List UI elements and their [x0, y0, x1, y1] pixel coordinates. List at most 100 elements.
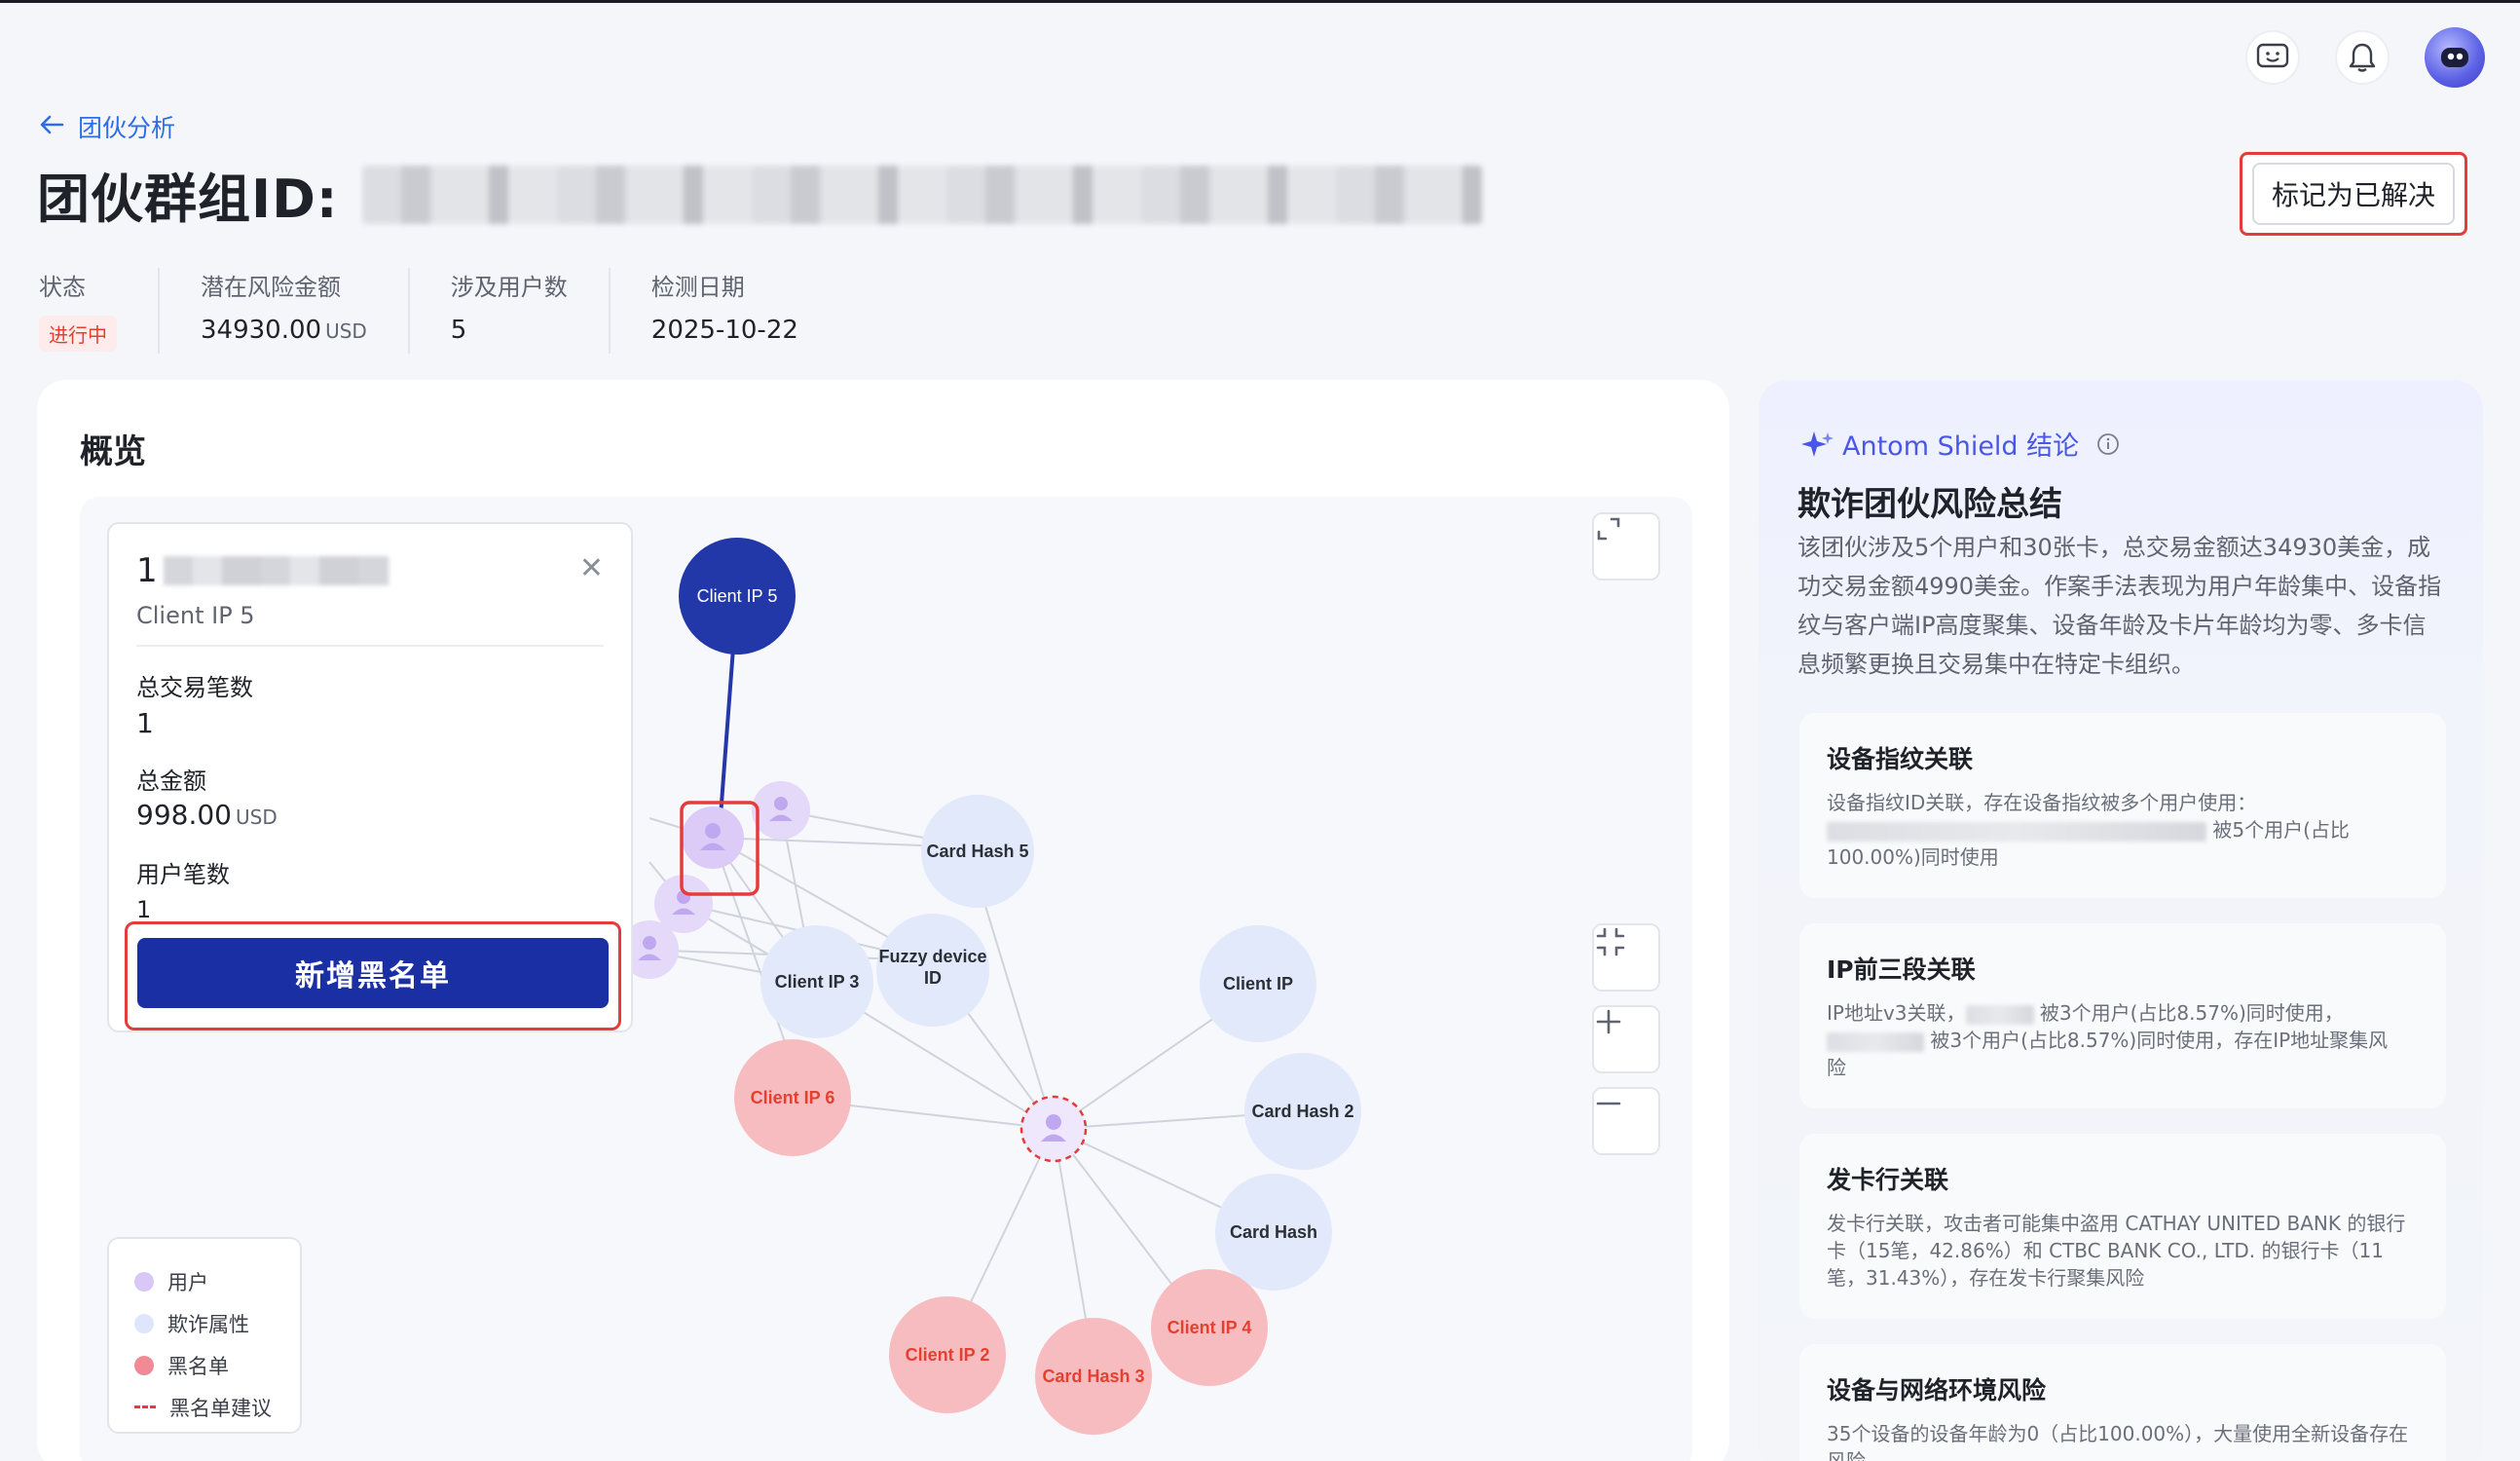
risk-card-title: 发卡行关联 [1827, 1166, 1949, 1194]
legend-label: 欺诈属性 [167, 1312, 249, 1336]
legend-dot [134, 1355, 154, 1375]
blurred-ip [1827, 1031, 1924, 1052]
user-count-label: 用户笔数 [136, 861, 230, 888]
sparkle-icon [1801, 431, 1834, 457]
label-card-hash-2: Card Hash 2 [1251, 1102, 1353, 1121]
label-fuzzy-device-1: Fuzzy device [878, 947, 986, 966]
minus-icon [1596, 1102, 1621, 1105]
close-icon[interactable]: ✕ [579, 551, 604, 585]
blurred-ip [1965, 1004, 2034, 1025]
arrow-left-icon[interactable] [39, 113, 64, 141]
risk-card-text: 发卡行关联，攻击者可能集中盗用 CATHAY UNITED BANK 的银行卡（… [1827, 1212, 2406, 1290]
breadcrumb[interactable]: 团伙分析 [39, 109, 175, 144]
risk-card-line: 100.00%)同时使用 [1827, 845, 1999, 869]
stat-risk-amount: 潜在风险金额 34930.00 USD [201, 268, 410, 354]
legend-dot [134, 1313, 154, 1333]
amount-number: 998.00 [136, 799, 232, 831]
avatar[interactable] [2425, 27, 2485, 88]
risk-card-ip-prefix: IP前三段关联 IP地址v3关联， 被3个用户(占比8.57%)同时使用， 被3… [1799, 923, 2446, 1108]
antom-shield-tag: Antom Shield 结论 [1801, 425, 2120, 463]
divider [136, 645, 604, 647]
legend-dash [134, 1405, 156, 1408]
user-count-value: 1 [136, 896, 152, 923]
page-title-text: 团伙群组ID: [37, 169, 339, 230]
fit-view-button[interactable] [1592, 923, 1660, 992]
overview-title: 概览 [80, 432, 146, 471]
stat-label: 涉及用户数 [450, 274, 568, 301]
label-client-ip-4: Client IP 4 [1167, 1318, 1252, 1337]
node-id-prefix: 1 [136, 551, 158, 590]
conclusion-panel: Antom Shield 结论 欺诈团伙风险总结 该团伙涉及5个用户和30张卡，… [1759, 380, 2483, 1461]
risk-card-line: IP地址v3关联， [1827, 1001, 1966, 1025]
stat-users: 涉及用户数 5 [451, 268, 611, 354]
blacklist-highlight: 新增黑名单 [125, 921, 621, 1030]
node-detail-panel: 1 Client IP 5 ✕ 总交易笔数 1 总金额 998.00 USD 用户… [107, 522, 633, 1032]
resolve-button-highlight: 标记为已解决 [2240, 152, 2467, 236]
zoom-in-button[interactable] [1592, 1005, 1660, 1073]
status-badge: 进行中 [39, 316, 117, 352]
blurred-device-id [1827, 821, 2206, 842]
info-icon [2097, 432, 2120, 455]
bell-icon[interactable] [2335, 30, 2390, 85]
legend-item-blacklist: 黑名单 [134, 1344, 300, 1386]
node-type-label: Client IP 5 [136, 602, 255, 629]
breadcrumb-label[interactable]: 团伙分析 [78, 109, 175, 144]
label-card-hash-5: Card Hash 5 [926, 842, 1028, 861]
legend-item-user: 用户 [134, 1260, 300, 1302]
zoom-out-button[interactable] [1592, 1087, 1660, 1155]
stat-status: 状态 进行中 [39, 268, 160, 354]
risk-card-line: 被5个用户(占比 [2212, 818, 2350, 842]
fullscreen-button[interactable] [1592, 512, 1660, 581]
currency-unit: USD [325, 319, 367, 343]
stat-date: 检测日期 2025-10-22 [651, 268, 839, 354]
legend-item-blacklist-suggestion: 黑名单建议 [134, 1386, 300, 1428]
legend-item-fraud-attr: 欺诈属性 [134, 1302, 300, 1344]
label-card-hash: Card Hash [1230, 1222, 1317, 1242]
user-count-value: 5 [450, 316, 467, 345]
top-toolbar [2245, 27, 2485, 88]
label-client-ip-6: Client IP 6 [751, 1088, 835, 1107]
risk-card-line: 被3个用户(占比8.57%)同时使用，存在IP地址聚集风 [1930, 1029, 2389, 1052]
risk-card-text: 35个设备的设备年龄为0（占比100.00%），大量使用全新设备存在风险 [1827, 1422, 2409, 1461]
detection-date-value: 2025-10-22 [650, 316, 798, 345]
network-graph[interactable]: Client IP 5 Card Hash 5 Fuzzy device ID … [80, 497, 1692, 1461]
label-card-hash-3: Card Hash 3 [1042, 1367, 1144, 1386]
risk-card-line: 设备指纹ID关联，存在设备指纹被多个用户使用： [1827, 791, 2257, 814]
stats-row: 状态 进行中 潜在风险金额 34930.00 USD 涉及用户数 5 检测日期 2… [39, 268, 880, 354]
plus-icon [1596, 1009, 1621, 1034]
risk-card-title: 设备与网络环境风险 [1827, 1376, 2047, 1405]
risk-card-text: IP地址v3关联， 被3个用户(占比8.57%)同时使用， 被3个用户(占比8.… [1827, 999, 2419, 1081]
risk-summary-text: 该团伙涉及5个用户和30张卡，总交易金额达34930美金，成功交易金额4990美… [1797, 534, 2442, 678]
blurred-node-id [163, 556, 389, 585]
risk-card-title: IP前三段关联 [1827, 955, 1976, 984]
legend-label: 黑名单建议 [169, 1396, 272, 1420]
overview-card: 概览 Client IP 5 Card Hash 5 Fuzzy device … [37, 380, 1729, 1461]
add-blacklist-button[interactable]: 新增黑名单 [137, 938, 609, 1008]
risk-card-text: 设备指纹ID关联，存在设备指纹被多个用户使用： 被5个用户(占比 100.00%… [1827, 789, 2419, 871]
risk-card-device-network: 设备与网络环境风险 35个设备的设备年龄为0（占比100.00%），大量使用全新… [1799, 1344, 2446, 1461]
risk-card-device-fingerprint: 设备指纹关联 设备指纹ID关联，存在设备指纹被多个用户使用： 被5个用户(占比 … [1799, 713, 2446, 898]
total-tx-label: 总交易笔数 [136, 674, 253, 701]
expand-icon [1597, 517, 1620, 541]
risk-card-issuer: 发卡行关联 发卡行关联，攻击者可能集中盗用 CATHAY UNITED BANK… [1799, 1134, 2446, 1319]
label-client-ip-3: Client IP 3 [775, 972, 860, 992]
risk-card-line: 险 [1827, 1056, 1846, 1079]
total-amount-value: 998.00 USD [136, 799, 278, 831]
currency-unit: USD [235, 805, 278, 829]
antom-shield-label: Antom Shield 结论 [1842, 431, 2080, 462]
risk-summary-title: 欺诈团伙风险总结 [1797, 485, 2062, 524]
graph-legend: 用户 欺诈属性 黑名单 黑名单建议 [107, 1237, 302, 1434]
risk-amount-value: 34930.00 [201, 316, 322, 345]
label-client-ip-2: Client IP 2 [906, 1345, 990, 1365]
stat-label: 状态 [39, 274, 86, 301]
total-tx-value: 1 [136, 707, 154, 739]
top-border [0, 0, 2520, 3]
collapse-icon [1596, 927, 1625, 956]
mark-resolved-button[interactable]: 标记为已解决 [2252, 163, 2455, 225]
label-fuzzy-device-2: ID [924, 968, 942, 988]
total-amount-label: 总金额 [136, 768, 206, 795]
label-client-ip-5: Client IP 5 [697, 586, 778, 606]
legend-label: 黑名单 [167, 1354, 229, 1378]
feedback-icon[interactable] [2245, 30, 2300, 85]
page-title: 团伙群组ID: [37, 156, 1482, 233]
